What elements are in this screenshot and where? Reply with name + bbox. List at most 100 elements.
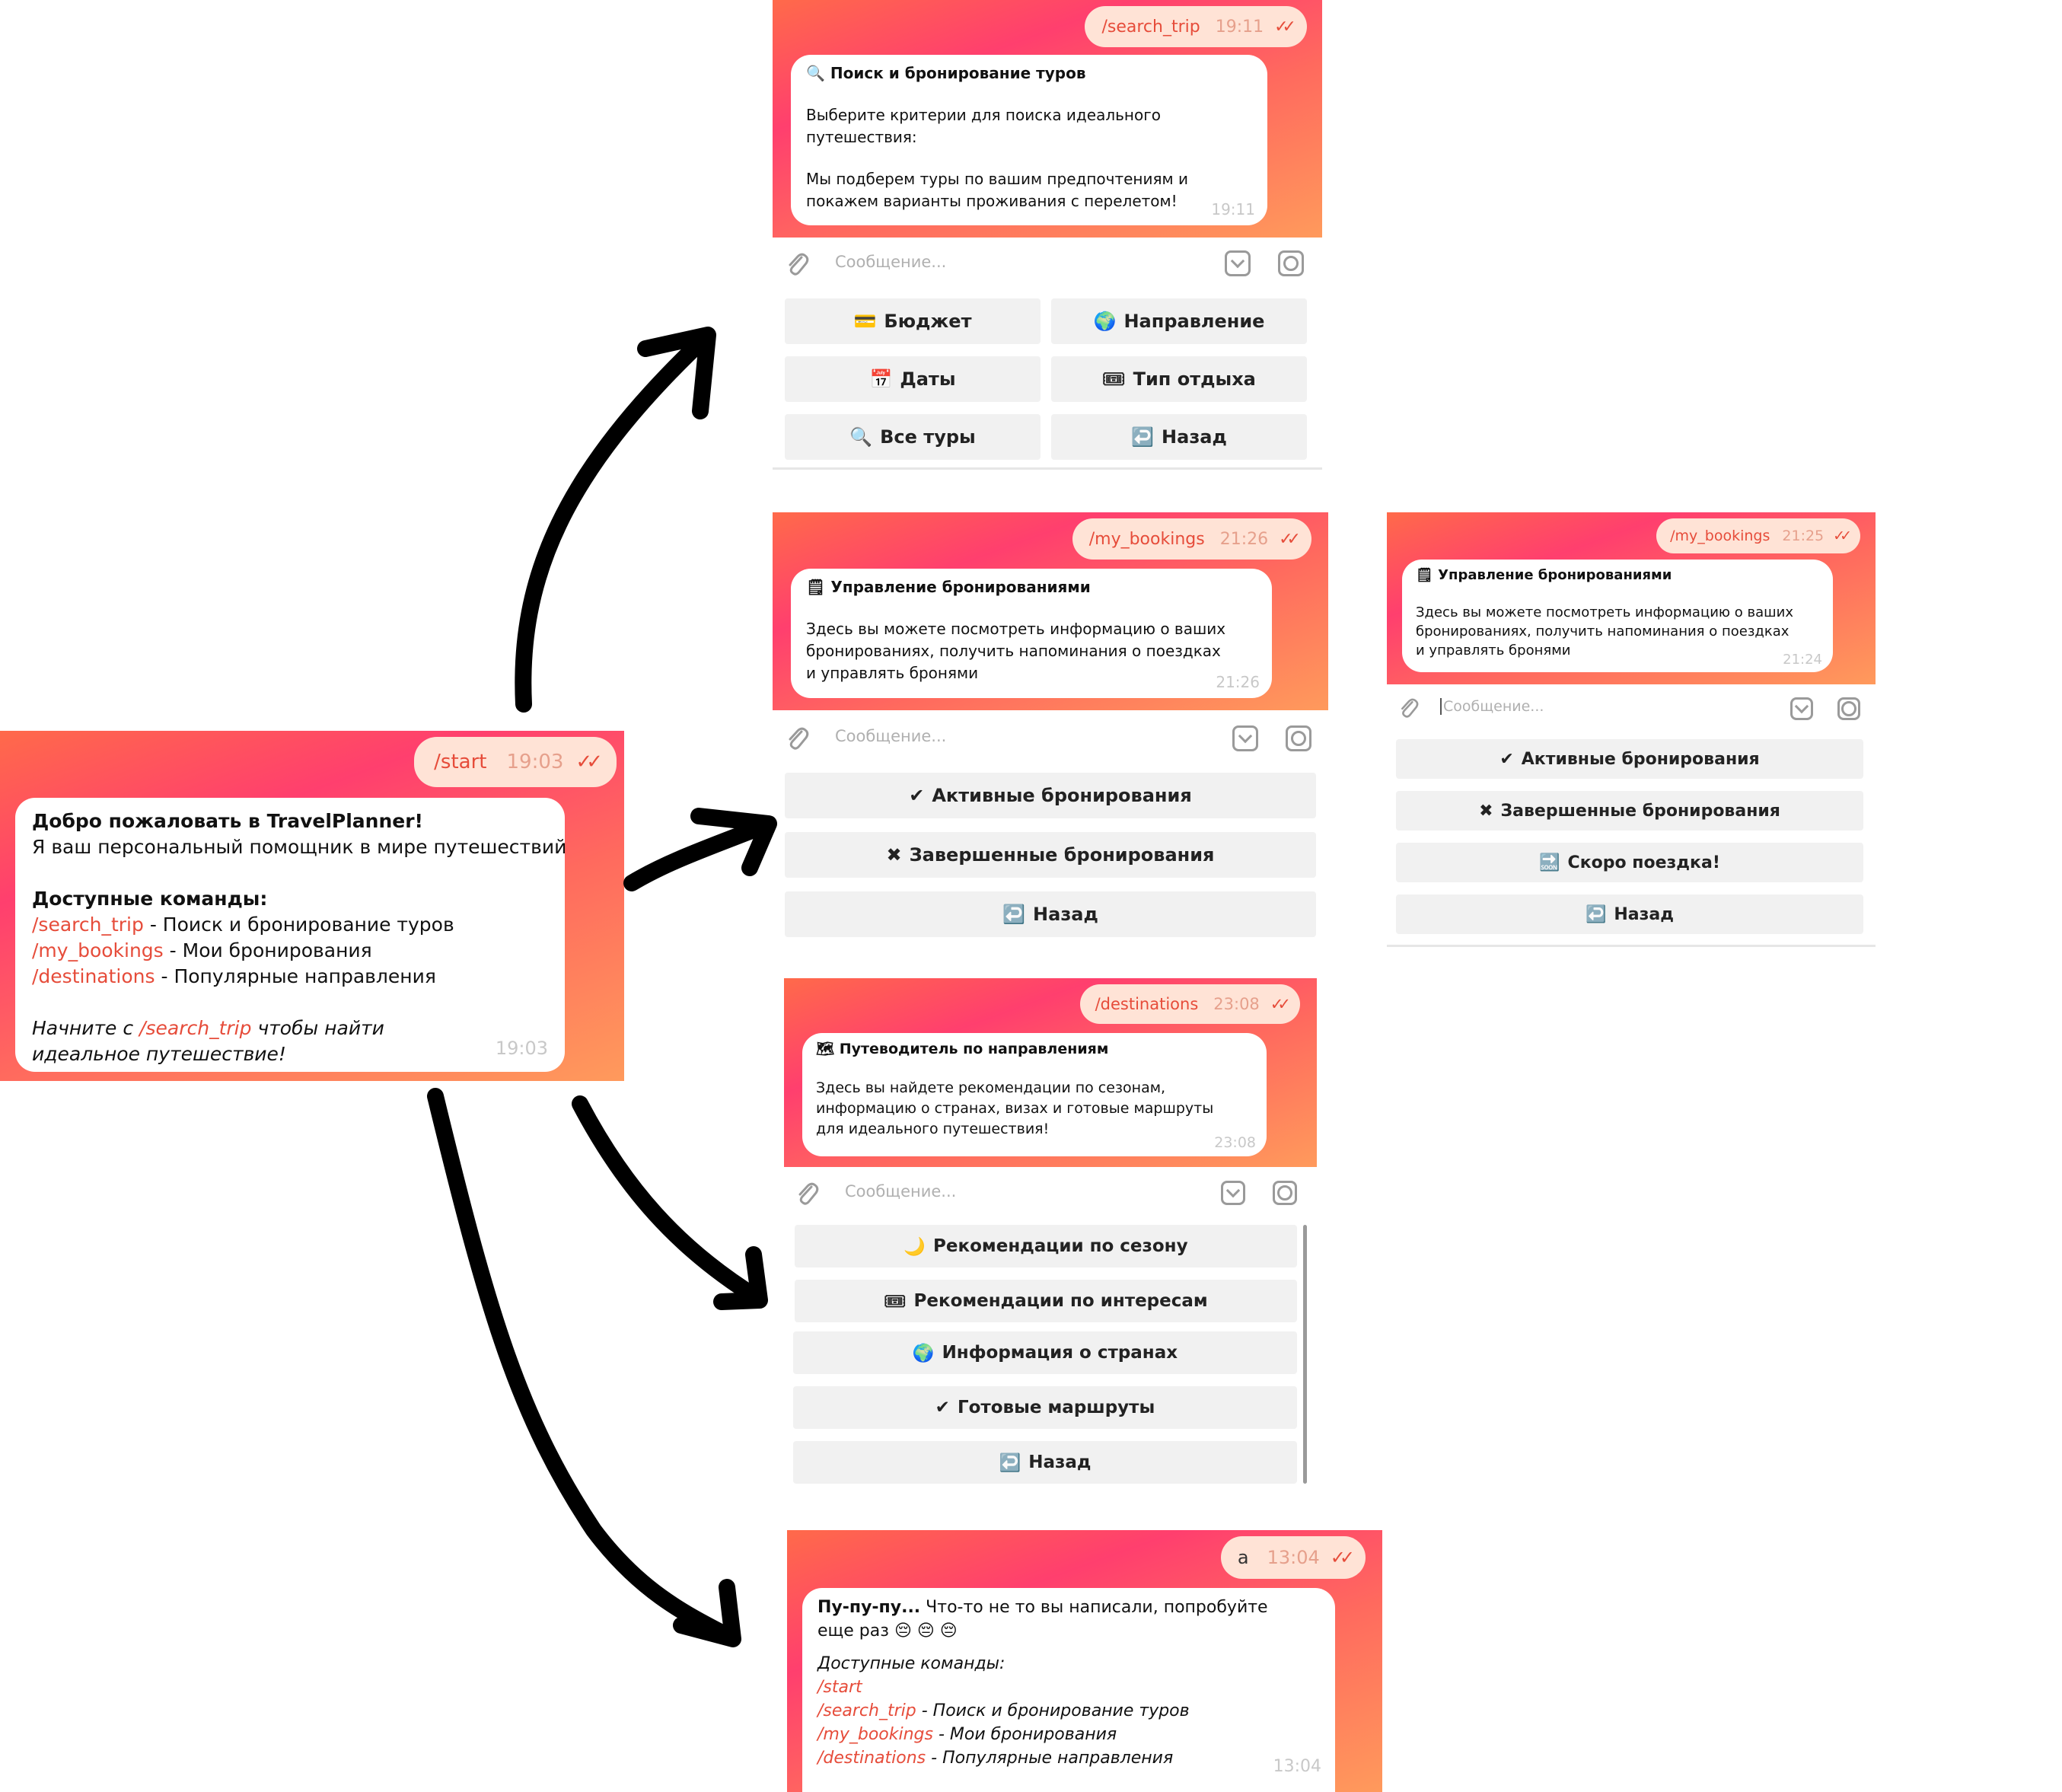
command-link[interactable]: /search_trip bbox=[32, 914, 144, 936]
active-bookings-button[interactable]: ✔ Активные бронирования bbox=[785, 773, 1316, 818]
search-title: 🔍 Поиск и бронирование туров bbox=[806, 62, 1252, 84]
read-ticks-icon: ✓✓ bbox=[1270, 995, 1291, 1013]
message-input[interactable]: Сообщение... bbox=[835, 727, 946, 745]
keyboard-toggle-icon[interactable] bbox=[1232, 725, 1258, 751]
hint-command-link[interactable]: /search_trip bbox=[139, 1017, 251, 1039]
command-link[interactable]: /my_bookings bbox=[32, 939, 164, 961]
command-link[interactable]: /search_trip bbox=[817, 1701, 916, 1720]
sad-face-icon: 😔 😔 😔 bbox=[894, 1621, 958, 1641]
back-arrow-icon: ↩️ bbox=[1585, 904, 1607, 924]
hint-prefix: Начните с bbox=[32, 1017, 140, 1039]
command-text: /my_bookings bbox=[1088, 529, 1205, 549]
keyboard-toggle-icon[interactable] bbox=[1225, 250, 1251, 276]
destinations-chat: /destinations 23:08 ✓✓ 🗺 Путеводитель по… bbox=[784, 978, 1317, 1167]
command-line: /my_bookings - Мои бронирования bbox=[32, 938, 548, 964]
arrow-to-destinations bbox=[572, 1095, 766, 1306]
command-text: /search_trip bbox=[1101, 17, 1200, 37]
camera-icon[interactable] bbox=[1273, 1181, 1297, 1205]
interest-recommendations-button[interactable]: 🎟 Рекомендации по интересам bbox=[795, 1280, 1297, 1322]
completed-bookings-button[interactable]: ✖ Завершенные бронирования bbox=[785, 832, 1316, 878]
back-button[interactable]: ↩️ Назад bbox=[793, 1441, 1297, 1484]
command-time: 21:25 bbox=[1782, 528, 1825, 544]
attach-icon[interactable] bbox=[786, 725, 809, 754]
all-tours-button[interactable]: 🔍 Все туры bbox=[785, 414, 1041, 460]
bookings2-title: 🗒 Управление бронированиями bbox=[1416, 566, 1819, 585]
camera-icon[interactable] bbox=[1837, 697, 1860, 720]
button-label: Направление bbox=[1123, 311, 1265, 332]
upcoming-trip-button[interactable]: 🔜 Скоро поездка! bbox=[1396, 843, 1863, 882]
camera-icon[interactable] bbox=[1278, 250, 1304, 276]
camera-icon[interactable] bbox=[1286, 725, 1311, 751]
commands-heading: Доступные команды: bbox=[817, 1654, 1006, 1673]
command-desc: - Поиск и бронирование туров bbox=[143, 914, 454, 936]
message-time: 19:03 bbox=[495, 1038, 548, 1059]
calendar-icon: 📅 bbox=[869, 368, 893, 390]
hint-line: Начните с /search_trip чтобы найти идеал… bbox=[32, 1016, 458, 1067]
title-text: Путеводитель по направлениям bbox=[839, 1041, 1109, 1057]
welcome-message: Добро пожаловать в TravelPlanner! Я ваш … bbox=[15, 798, 565, 1072]
message-input[interactable]: Сообщение... bbox=[835, 253, 946, 271]
back-button[interactable]: ↩️ Назад bbox=[1396, 894, 1863, 934]
active-bookings-button[interactable]: ✔ Активные бронирования bbox=[1396, 739, 1863, 779]
command-desc: - Мои бронирования bbox=[932, 1725, 1117, 1744]
button-label: Даты bbox=[900, 368, 956, 390]
command-link[interactable]: /my_bookings bbox=[817, 1725, 933, 1744]
keyboard-scrollbar[interactable] bbox=[1303, 1225, 1307, 1484]
read-ticks-icon: ✓✓ bbox=[575, 751, 602, 773]
my-bookings-panel-v2: /my_bookings 21:25 ✓✓ 🗒 Управление брони… bbox=[1387, 512, 1876, 947]
back-arrow-icon: ↩️ bbox=[1131, 426, 1155, 448]
season-recommendations-button[interactable]: 🌙 Рекомендации по сезону bbox=[795, 1225, 1297, 1267]
command-link[interactable]: /destinations bbox=[817, 1749, 926, 1768]
magnifier-icon: 🔍 bbox=[806, 64, 825, 82]
button-label: Бюджет bbox=[884, 311, 972, 332]
button-label: Информация о странах bbox=[942, 1343, 1178, 1363]
destinations-command-bubble: /destinations 23:08 ✓✓ bbox=[1079, 984, 1300, 1024]
back-button[interactable]: ↩️ Назад bbox=[785, 891, 1316, 937]
command-link[interactable]: /start bbox=[817, 1678, 862, 1697]
country-info-button[interactable]: 🌍 Информация о странах bbox=[793, 1331, 1297, 1374]
direction-button[interactable]: 🌍 Направление bbox=[1051, 298, 1307, 344]
message-time: 19:11 bbox=[1211, 200, 1255, 218]
destinations-panel: /destinations 23:08 ✓✓ 🗺 Путеводитель по… bbox=[784, 978, 1317, 1490]
message-time: 23:08 bbox=[1214, 1134, 1256, 1151]
completed-bookings-button[interactable]: ✖ Завершенные бронирования bbox=[1396, 791, 1863, 831]
bookings-title: 🗒 Управление бронированиями bbox=[806, 576, 1257, 598]
search-text-2: Мы подберем туры по вашим предпочтениям … bbox=[806, 170, 1188, 210]
command-text: а bbox=[1237, 1547, 1249, 1568]
notepad-icon: 🗒 bbox=[1416, 567, 1433, 583]
attach-icon[interactable] bbox=[786, 251, 809, 280]
command-link[interactable]: /destinations bbox=[32, 965, 155, 987]
button-label: Назад bbox=[1614, 904, 1675, 924]
arrowhead-to-destinations bbox=[713, 1246, 768, 1310]
button-label: Назад bbox=[1028, 1452, 1092, 1472]
search-message: 🔍 Поиск и бронирование туров Выберите кр… bbox=[791, 55, 1267, 225]
command-time: 19:03 bbox=[506, 751, 564, 773]
message-input[interactable]: Сообщение... bbox=[845, 1182, 956, 1201]
message-input[interactable]: Сообщение... bbox=[1440, 698, 1544, 715]
back-button[interactable]: ↩️ Назад bbox=[1051, 414, 1307, 460]
budget-button[interactable]: 💳 Бюджет bbox=[785, 298, 1041, 344]
ready-routes-button[interactable]: ✔ Готовые маршруты bbox=[793, 1386, 1297, 1429]
button-label: Назад bbox=[1162, 426, 1227, 448]
bookings2-keyboard: ✔ Активные бронирования ✖ Завершенные брон… bbox=[1387, 732, 1876, 947]
trip-type-button[interactable]: 🎟 Тип отдыха bbox=[1051, 356, 1307, 402]
dates-button[interactable]: 📅 Даты bbox=[785, 356, 1041, 402]
check-icon: ✔ bbox=[909, 785, 925, 806]
attach-icon[interactable] bbox=[796, 1181, 819, 1210]
search-text-1: Выберите критерии для поиска идеального … bbox=[806, 106, 1161, 146]
ticket-icon: 🎟 bbox=[1102, 368, 1126, 390]
attach-icon[interactable] bbox=[1399, 697, 1419, 722]
arrow-to-bookings bbox=[623, 816, 776, 891]
button-label: Рекомендации по интересам bbox=[913, 1291, 1208, 1311]
bookings2-command-bubble: /my_bookings 21:25 ✓✓ bbox=[1656, 518, 1860, 553]
start-panel: /start 19:03 ✓✓ Добро пожаловать в Trave… bbox=[0, 731, 624, 1081]
button-label: Скоро поездка! bbox=[1567, 853, 1720, 872]
commands-heading: Доступные команды: bbox=[32, 888, 268, 910]
message-input-bar: Сообщение... bbox=[773, 710, 1328, 765]
command-line: /search_trip - Поиск и бронирование туро… bbox=[817, 1699, 1320, 1723]
message-time: 21:24 bbox=[1783, 652, 1822, 668]
keyboard-toggle-icon[interactable] bbox=[1790, 697, 1813, 720]
keyboard-toggle-icon[interactable] bbox=[1221, 1181, 1245, 1205]
map-icon: 🗺 bbox=[816, 1041, 835, 1057]
bookings2-chat: /my_bookings 21:25 ✓✓ 🗒 Управление брони… bbox=[1387, 512, 1876, 684]
